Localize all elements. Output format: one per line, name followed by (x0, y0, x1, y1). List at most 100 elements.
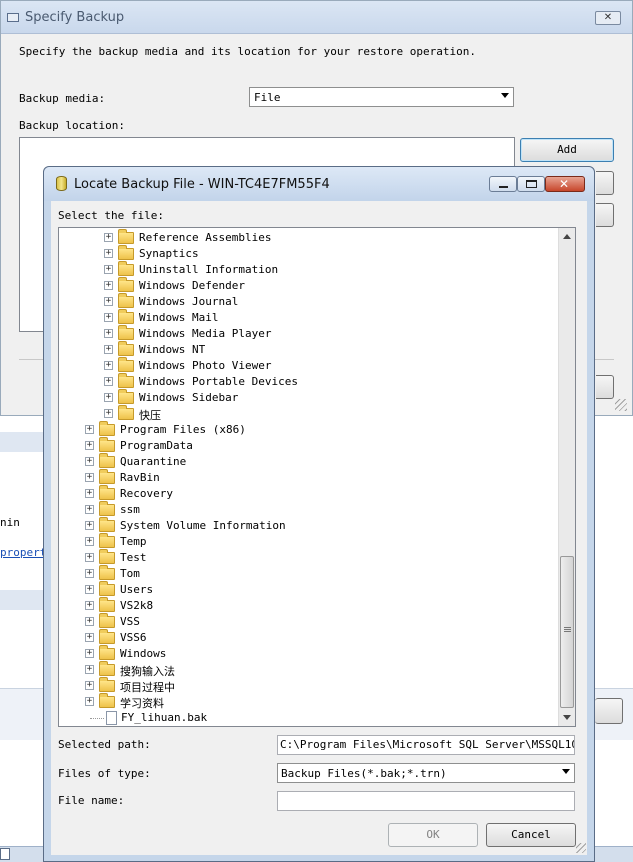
tree-item-label: FY_lihuan.bak (121, 711, 208, 724)
file-name-field[interactable] (277, 791, 575, 811)
maximize-icon[interactable] (517, 176, 545, 192)
tree-item-label: Windows Defender (139, 279, 245, 292)
cancel-button[interactable]: Cancel (486, 823, 576, 847)
vertical-scrollbar[interactable] (558, 228, 575, 726)
tree-item-label: 快压 (139, 409, 161, 422)
add-button-label: Add (557, 143, 577, 156)
tree-item-label: Windows Journal (139, 295, 239, 308)
cancel-button-label: Cancel (511, 828, 551, 841)
folder-icon (118, 341, 134, 356)
expand-icon[interactable]: + (85, 505, 94, 514)
remove-button[interactable] (596, 171, 614, 195)
instruction-text: Specify the backup media and its locatio… (19, 45, 476, 58)
expand-icon[interactable]: + (104, 345, 113, 354)
expand-icon[interactable]: + (104, 313, 113, 322)
expand-icon[interactable]: + (85, 553, 94, 562)
scrollbar-thumb[interactable] (560, 556, 574, 708)
tree-item-label: RavBin (120, 471, 160, 484)
background-right-button[interactable] (595, 698, 623, 724)
taskbar-icon[interactable] (0, 848, 10, 860)
tree-item-label: Test (120, 551, 147, 564)
tree-item-label: Temp (120, 535, 147, 548)
folder-icon (99, 501, 115, 516)
folder-icon (118, 309, 134, 324)
background-band-1 (0, 432, 45, 452)
folder-icon (99, 453, 115, 468)
ok-button-behind[interactable] (596, 375, 614, 399)
chevron-down-icon (501, 93, 509, 98)
expand-icon[interactable]: + (104, 409, 113, 418)
folder-icon (118, 389, 134, 404)
scroll-up-arrow-icon[interactable] (563, 234, 571, 239)
backup-media-select[interactable]: File (249, 87, 514, 107)
expand-icon[interactable]: + (104, 377, 113, 386)
add-button[interactable]: Add (520, 138, 614, 162)
close-icon[interactable]: ✕ (595, 11, 621, 25)
folder-icon (99, 469, 115, 484)
expand-icon[interactable]: + (104, 329, 113, 338)
tree-item-label: Windows Mail (139, 311, 219, 324)
folder-icon (99, 565, 115, 580)
tree-item-label: Windows Portable Devices (139, 375, 298, 388)
expand-icon[interactable]: + (85, 425, 94, 434)
resize-grip-icon (615, 399, 627, 411)
folder-icon (99, 613, 115, 628)
expand-icon[interactable]: + (85, 521, 94, 530)
close-icon[interactable]: ✕ (545, 176, 585, 192)
expand-icon[interactable]: + (85, 601, 94, 610)
expand-icon[interactable]: + (104, 297, 113, 306)
folder-icon (99, 517, 115, 532)
expand-icon[interactable]: + (85, 537, 94, 546)
ok-button[interactable]: OK (388, 823, 478, 847)
tree-item-label: System Volume Information (120, 519, 286, 532)
expand-icon[interactable]: + (85, 665, 94, 674)
tree-item-label: 项目过程中 (120, 681, 175, 694)
selected-path-field[interactable]: C:\Program Files\Microsoft SQL Server\MS… (277, 735, 575, 755)
expand-icon[interactable]: + (104, 361, 113, 370)
locate-client-area: Select the file: + Reference Assemblies + S… (51, 201, 587, 855)
folder-icon (99, 421, 115, 436)
folder-icon (99, 693, 115, 708)
chevron-down-icon (562, 769, 570, 774)
expand-icon[interactable]: + (85, 697, 94, 706)
folder-icon (99, 645, 115, 660)
tree-connector-line (90, 718, 104, 719)
file-tree[interactable]: + Reference Assemblies + Synaptics + Uninstal… (58, 227, 576, 727)
folder-icon (99, 661, 115, 676)
files-of-type-select[interactable]: Backup Files(*.bak;*.trn) (277, 763, 575, 783)
tree-item-label: Tom (120, 567, 140, 580)
expand-icon[interactable]: + (104, 393, 113, 402)
folder-icon (99, 629, 115, 644)
expand-icon[interactable]: + (85, 441, 94, 450)
folder-icon (118, 405, 134, 420)
expand-icon[interactable]: + (85, 489, 94, 498)
expand-icon[interactable]: + (85, 473, 94, 482)
minimize-icon[interactable] (489, 176, 517, 192)
expand-icon[interactable]: + (85, 457, 94, 466)
expand-icon[interactable]: + (104, 281, 113, 290)
expand-icon[interactable]: + (85, 569, 94, 578)
tree-item-label: VSS (120, 615, 140, 628)
tree-item-label: Windows Photo Viewer (139, 359, 272, 372)
tree-item-label: 学习资料 (120, 697, 164, 710)
expand-icon[interactable]: + (85, 633, 94, 642)
expand-icon[interactable]: + (104, 249, 113, 258)
tree-item-label: ProgramData (120, 439, 193, 452)
folder-icon (99, 597, 115, 612)
expand-icon[interactable]: + (85, 649, 94, 658)
scroll-down-arrow-icon[interactable] (563, 715, 571, 720)
expand-icon[interactable]: + (85, 681, 94, 690)
folder-icon (99, 581, 115, 596)
database-icon (56, 176, 67, 191)
expand-icon[interactable]: + (85, 585, 94, 594)
contents-button[interactable] (596, 203, 614, 227)
background-properties-link[interactable]: propert (0, 546, 46, 559)
expand-icon[interactable]: + (85, 617, 94, 626)
expand-icon[interactable]: + (104, 265, 113, 274)
folder-icon (118, 293, 134, 308)
tree-item-label: Users (120, 583, 154, 596)
tree-item-label: Recovery (120, 487, 173, 500)
expand-icon[interactable]: + (104, 233, 113, 242)
resize-grip-icon (576, 843, 586, 853)
specify-backup-titlebar: Specify Backup ✕ (1, 1, 632, 34)
